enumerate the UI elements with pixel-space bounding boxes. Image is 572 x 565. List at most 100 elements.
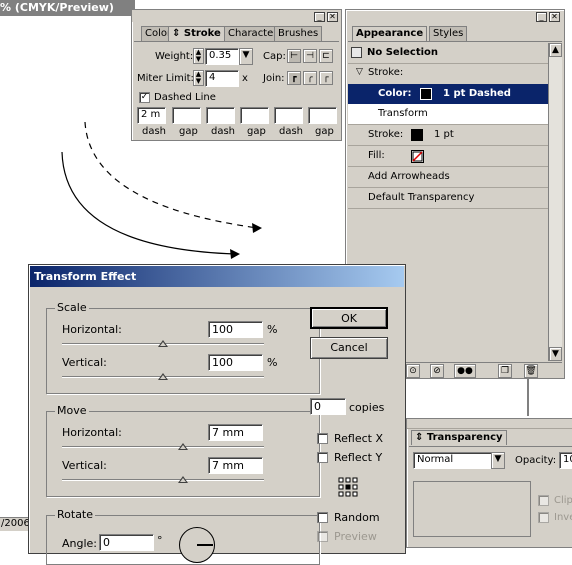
move-vertical-slider-thumb[interactable]	[178, 476, 188, 483]
weight-input[interactable]: 0.35	[205, 48, 239, 65]
weight-label: Weight:	[155, 51, 194, 62]
target-icon	[351, 47, 362, 58]
close-button[interactable]: ✕	[327, 12, 338, 22]
gap-field-2[interactable]	[240, 107, 269, 124]
clear-appearance-icon[interactable]: ⊘	[430, 364, 444, 378]
tab-divider	[134, 41, 339, 42]
scale-horizontal-slider-thumb[interactable]	[158, 340, 168, 347]
cancel-button[interactable]: Cancel	[310, 337, 388, 359]
weight-stepper[interactable]: ▲ ▼	[193, 48, 204, 64]
gap-field-1[interactable]	[172, 107, 201, 124]
butt-cap-button[interactable]: ⊢	[287, 49, 301, 63]
gap-field-3[interactable]	[308, 107, 337, 124]
move-horizontal-slider-track[interactable]	[62, 446, 264, 448]
opacity-input[interactable]: 10	[559, 452, 572, 469]
scale-vertical-label: Vertical:	[62, 356, 107, 369]
dash-field-3[interactable]	[274, 107, 303, 124]
solid-arrowhead	[230, 249, 240, 259]
fill-row[interactable]: Fill:	[348, 146, 548, 166]
add-arrowheads-label: Add Arrowheads	[368, 171, 450, 182]
move-group-label: Move	[55, 404, 89, 417]
reflect-x-checkbox[interactable]	[317, 433, 328, 444]
move-vertical-input[interactable]: 7 mm	[208, 457, 263, 474]
tab-divider	[348, 41, 562, 42]
minimize-button[interactable]: _	[536, 12, 547, 22]
no-selection-row[interactable]: No Selection	[348, 43, 548, 63]
miter-stepper[interactable]: ▲ ▼	[193, 70, 204, 86]
preview-checkbox[interactable]	[317, 531, 328, 542]
thumbnail-preview	[413, 481, 531, 537]
invert-mask-label: Inve	[554, 512, 572, 523]
appearance-scrollbar[interactable]: ▲ ▼	[548, 43, 562, 361]
tab-transparency[interactable]: ⇕ Transparency	[411, 430, 507, 445]
scale-group	[46, 308, 320, 394]
dash-label-1: dash	[142, 126, 167, 137]
dashed-line-checkbox[interactable]: ✓	[139, 92, 150, 103]
reflect-y-checkbox[interactable]	[317, 452, 328, 463]
scale-vertical-slider-thumb[interactable]	[158, 373, 168, 380]
opacity-label: Opacity:	[515, 455, 557, 466]
tab-styles[interactable]: Styles	[429, 26, 468, 41]
stroke-panel: _ ✕ Color ⇕ Stroke Character Brushes Wei…	[131, 9, 342, 141]
dashed-arrowhead	[252, 223, 262, 233]
move-horizontal-slider-thumb[interactable]	[178, 443, 188, 450]
new-art-basic-appearance-icon[interactable]: ⊙	[406, 364, 420, 378]
scale-vertical-unit: %	[267, 356, 278, 369]
stroke-swatch[interactable]	[411, 129, 423, 141]
rotate-angle-label: Angle:	[62, 537, 98, 550]
dash-field-2[interactable]	[206, 107, 235, 124]
rotate-dial-icon[interactable]	[179, 527, 215, 563]
delete-item-icon[interactable]: 🗑	[524, 364, 538, 378]
copies-label: copies	[349, 401, 385, 414]
move-vertical-slider-track[interactable]	[62, 479, 264, 481]
random-checkbox[interactable]	[317, 512, 328, 523]
transparency-titlebar[interactable]	[407, 419, 572, 429]
rotate-group-label: Rotate	[55, 508, 96, 521]
round-cap-button[interactable]: ⊣	[303, 49, 317, 63]
dialog-titlebar[interactable]: Transform Effect	[30, 266, 404, 287]
duplicate-item-icon[interactable]: ❐	[498, 364, 512, 378]
stroke-panel-titlebar[interactable]	[132, 10, 341, 22]
invert-mask-checkbox[interactable]	[538, 512, 549, 523]
tab-appearance[interactable]: Appearance	[352, 26, 428, 41]
color-swatch[interactable]	[420, 88, 432, 100]
no-selection-label: No Selection	[367, 47, 439, 58]
clip-checkbox[interactable]	[538, 495, 549, 506]
stroke-group-row[interactable]: ▽ Stroke:	[348, 64, 548, 83]
stroke-value: 1 pt	[434, 129, 454, 140]
transform-row[interactable]: Transform	[348, 104, 548, 124]
color-row-selected[interactable]: Color: 1 pt Dashed	[348, 84, 548, 104]
blend-mode-select[interactable]: Normal	[413, 452, 493, 469]
copies-input[interactable]: 0	[310, 398, 346, 415]
tab-brushes[interactable]: Brushes	[274, 26, 323, 41]
expand-triangle-icon[interactable]: ▽	[356, 67, 363, 77]
close-button[interactable]: ✕	[549, 12, 560, 22]
join-label: Join:	[263, 73, 285, 84]
add-arrowheads-row[interactable]: Add Arrowheads	[348, 167, 548, 187]
miter-limit-input[interactable]: 4	[205, 70, 239, 87]
tab-character[interactable]: Character	[224, 26, 282, 41]
scale-horizontal-input[interactable]: 100	[208, 321, 263, 338]
dash-field-1[interactable]: 2 m	[137, 107, 166, 124]
gap-label-3: gap	[315, 126, 334, 137]
fill-none-swatch-icon[interactable]	[411, 150, 424, 163]
default-transparency-row[interactable]: Default Transparency	[348, 188, 548, 208]
round-join-button[interactable]: ╭	[303, 71, 317, 85]
rotate-dial-needle	[197, 544, 213, 546]
rotate-angle-input[interactable]: 0	[99, 534, 154, 551]
tab-stroke[interactable]: ⇕ Stroke	[168, 26, 225, 41]
scroll-up-button[interactable]: ▲	[549, 43, 562, 57]
stroke-row[interactable]: Stroke: 1 pt	[348, 125, 548, 145]
projecting-cap-button[interactable]: ⊏	[319, 49, 333, 63]
ok-button[interactable]: OK	[310, 307, 388, 329]
reference-point-locator-icon[interactable]	[338, 477, 358, 497]
scale-vertical-input[interactable]: 100	[208, 354, 263, 371]
minimize-button[interactable]: _	[314, 12, 325, 22]
miter-join-button[interactable]: ┏	[287, 71, 301, 85]
move-horizontal-input[interactable]: 7 mm	[208, 424, 263, 441]
blend-mode-dropdown-button[interactable]: ▼	[491, 452, 505, 469]
reduce-to-basic-icon[interactable]: ●●	[454, 364, 476, 378]
bevel-join-button[interactable]: ┌	[319, 71, 333, 85]
scroll-down-button[interactable]: ▼	[549, 347, 562, 361]
weight-dropdown-button[interactable]: ▼	[239, 48, 253, 65]
